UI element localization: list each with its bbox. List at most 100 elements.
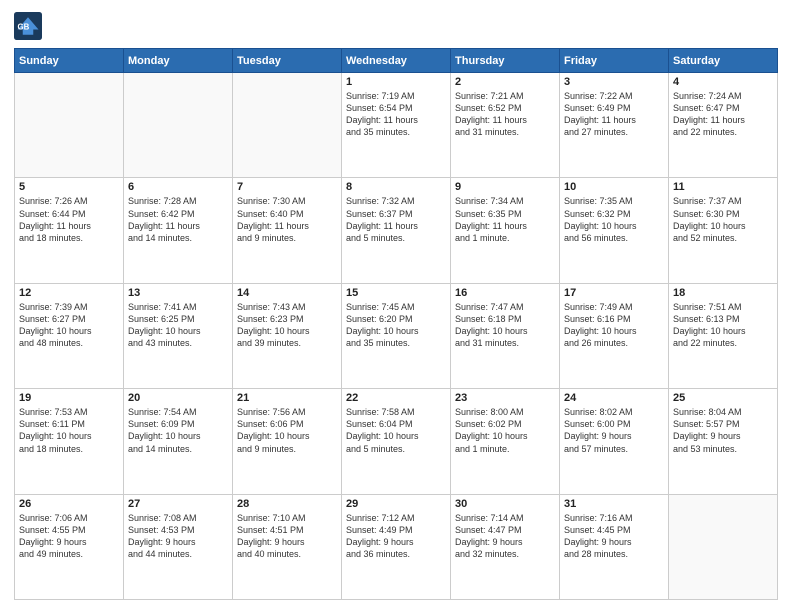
- weekday-header-saturday: Saturday: [669, 49, 778, 73]
- day-number: 23: [455, 392, 555, 404]
- day-info: Sunrise: 7:37 AM Sunset: 6:30 PM Dayligh…: [673, 195, 773, 244]
- day-cell: 19 Sunrise: 7:53 AM Sunset: 6:11 PM Dayli…: [15, 389, 124, 494]
- day-info: Sunrise: 7:24 AM Sunset: 6:47 PM Dayligh…: [673, 90, 773, 139]
- header: GB: [14, 12, 778, 40]
- day-number: 26: [19, 498, 119, 510]
- day-number: 19: [19, 392, 119, 404]
- day-cell: 6Sunrise: 7:28 AM Sunset: 6:42 PM Daylig…: [124, 178, 233, 283]
- logo: GB: [14, 12, 46, 40]
- day-number: 24: [564, 392, 664, 404]
- day-number: 8: [346, 181, 446, 193]
- day-info: Sunrise: 7:56 AM Sunset: 6:06 PM Dayligh…: [237, 406, 337, 455]
- day-info: Sunrise: 7:08 AM Sunset: 4:53 PM Dayligh…: [128, 512, 228, 561]
- day-cell: 12 Sunrise: 7:39 AM Sunset: 6:27 PM Dayli…: [15, 283, 124, 388]
- day-info: Sunrise: 7:26 AM Sunset: 6:44 PM Dayligh…: [19, 195, 119, 244]
- day-info: Sunrise: 7:39 AM Sunset: 6:27 PM Dayligh…: [19, 301, 119, 350]
- day-info: Sunrise: 7:54 AM Sunset: 6:09 PM Dayligh…: [128, 406, 228, 455]
- day-info: Sunrise: 7:19 AM Sunset: 6:54 PM Dayligh…: [346, 90, 446, 139]
- day-cell: 7 Sunrise: 7:30 AM Sunset: 6:40 PM Daylig…: [233, 178, 342, 283]
- day-cell: 27 Sunrise: 7:08 AM Sunset: 4:53 PM Dayli…: [124, 494, 233, 599]
- day-cell: 9Sunrise: 7:34 AM Sunset: 6:35 PM Daylig…: [451, 178, 560, 283]
- day-cell: 25 Sunrise: 8:04 AM Sunset: 5:57 PM Dayli…: [669, 389, 778, 494]
- day-number: 16: [455, 287, 555, 299]
- day-cell: 29 Sunrise: 7:12 AM Sunset: 4:49 PM Dayli…: [342, 494, 451, 599]
- day-info: Sunrise: 7:51 AM Sunset: 6:13 PM Dayligh…: [673, 301, 773, 350]
- weekday-header-monday: Monday: [124, 49, 233, 73]
- day-info: Sunrise: 7:21 AM Sunset: 6:52 PM Dayligh…: [455, 90, 555, 139]
- day-cell: 8 Sunrise: 7:32 AM Sunset: 6:37 PM Daylig…: [342, 178, 451, 283]
- day-cell: 30 Sunrise: 7:14 AM Sunset: 4:47 PM Dayli…: [451, 494, 560, 599]
- day-info: Sunrise: 7:34 AM Sunset: 6:35 PM Dayligh…: [455, 195, 555, 244]
- day-info: Sunrise: 7:10 AM Sunset: 4:51 PM Dayligh…: [237, 512, 337, 561]
- day-number: 29: [346, 498, 446, 510]
- day-number: 7: [237, 181, 337, 193]
- day-info: Sunrise: 8:02 AM Sunset: 6:00 PM Dayligh…: [564, 406, 664, 455]
- day-number: 30: [455, 498, 555, 510]
- calendar-table: SundayMondayTuesdayWednesdayThursdayFrid…: [14, 48, 778, 600]
- day-cell: [233, 73, 342, 178]
- day-number: 27: [128, 498, 228, 510]
- day-info: Sunrise: 7:12 AM Sunset: 4:49 PM Dayligh…: [346, 512, 446, 561]
- day-number: 6: [128, 181, 228, 193]
- day-cell: 31 Sunrise: 7:16 AM Sunset: 4:45 PM Dayli…: [560, 494, 669, 599]
- day-info: Sunrise: 7:45 AM Sunset: 6:20 PM Dayligh…: [346, 301, 446, 350]
- day-cell: 26 Sunrise: 7:06 AM Sunset: 4:55 PM Dayli…: [15, 494, 124, 599]
- weekday-header-sunday: Sunday: [15, 49, 124, 73]
- weekday-header-row: SundayMondayTuesdayWednesdayThursdayFrid…: [15, 49, 778, 73]
- weekday-header-thursday: Thursday: [451, 49, 560, 73]
- day-cell: 21Sunrise: 7:56 AM Sunset: 6:06 PM Dayli…: [233, 389, 342, 494]
- day-number: 5: [19, 181, 119, 193]
- day-cell: 15 Sunrise: 7:45 AM Sunset: 6:20 PM Dayli…: [342, 283, 451, 388]
- day-cell: 24 Sunrise: 8:02 AM Sunset: 6:00 PM Dayli…: [560, 389, 669, 494]
- day-cell: 2 Sunrise: 7:21 AM Sunset: 6:52 PM Daylig…: [451, 73, 560, 178]
- logo-icon: GB: [14, 12, 42, 40]
- week-row-2: 12 Sunrise: 7:39 AM Sunset: 6:27 PM Dayli…: [15, 283, 778, 388]
- day-cell: [669, 494, 778, 599]
- day-info: Sunrise: 7:16 AM Sunset: 4:45 PM Dayligh…: [564, 512, 664, 561]
- day-cell: 5 Sunrise: 7:26 AM Sunset: 6:44 PM Daylig…: [15, 178, 124, 283]
- day-cell: 1 Sunrise: 7:19 AM Sunset: 6:54 PM Daylig…: [342, 73, 451, 178]
- day-info: Sunrise: 7:22 AM Sunset: 6:49 PM Dayligh…: [564, 90, 664, 139]
- day-info: Sunrise: 7:32 AM Sunset: 6:37 PM Dayligh…: [346, 195, 446, 244]
- day-number: 4: [673, 76, 773, 88]
- day-cell: [15, 73, 124, 178]
- day-number: 12: [19, 287, 119, 299]
- svg-text:GB: GB: [18, 23, 30, 32]
- day-info: Sunrise: 7:06 AM Sunset: 4:55 PM Dayligh…: [19, 512, 119, 561]
- day-info: Sunrise: 7:53 AM Sunset: 6:11 PM Dayligh…: [19, 406, 119, 455]
- day-cell: 13 Sunrise: 7:41 AM Sunset: 6:25 PM Dayli…: [124, 283, 233, 388]
- day-info: Sunrise: 7:30 AM Sunset: 6:40 PM Dayligh…: [237, 195, 337, 244]
- day-number: 14: [237, 287, 337, 299]
- week-row-1: 5 Sunrise: 7:26 AM Sunset: 6:44 PM Daylig…: [15, 178, 778, 283]
- day-number: 3: [564, 76, 664, 88]
- day-info: Sunrise: 7:58 AM Sunset: 6:04 PM Dayligh…: [346, 406, 446, 455]
- day-info: Sunrise: 8:04 AM Sunset: 5:57 PM Dayligh…: [673, 406, 773, 455]
- weekday-header-friday: Friday: [560, 49, 669, 73]
- day-cell: 20 Sunrise: 7:54 AM Sunset: 6:09 PM Dayli…: [124, 389, 233, 494]
- day-cell: 17Sunrise: 7:49 AM Sunset: 6:16 PM Dayli…: [560, 283, 669, 388]
- day-cell: 3 Sunrise: 7:22 AM Sunset: 6:49 PM Daylig…: [560, 73, 669, 178]
- day-cell: 22Sunrise: 7:58 AM Sunset: 6:04 PM Dayli…: [342, 389, 451, 494]
- day-number: 11: [673, 181, 773, 193]
- day-number: 2: [455, 76, 555, 88]
- weekday-header-wednesday: Wednesday: [342, 49, 451, 73]
- day-number: 10: [564, 181, 664, 193]
- day-cell: 18 Sunrise: 7:51 AM Sunset: 6:13 PM Dayli…: [669, 283, 778, 388]
- day-number: 1: [346, 76, 446, 88]
- day-cell: 10Sunrise: 7:35 AM Sunset: 6:32 PM Dayli…: [560, 178, 669, 283]
- day-cell: 28 Sunrise: 7:10 AM Sunset: 4:51 PM Dayli…: [233, 494, 342, 599]
- day-number: 28: [237, 498, 337, 510]
- day-info: Sunrise: 7:41 AM Sunset: 6:25 PM Dayligh…: [128, 301, 228, 350]
- day-info: Sunrise: 7:14 AM Sunset: 4:47 PM Dayligh…: [455, 512, 555, 561]
- day-number: 18: [673, 287, 773, 299]
- day-cell: [124, 73, 233, 178]
- weekday-header-tuesday: Tuesday: [233, 49, 342, 73]
- page: GB SundayMondayTuesdayWednesdayThursdayF…: [0, 0, 792, 612]
- day-number: 20: [128, 392, 228, 404]
- day-number: 25: [673, 392, 773, 404]
- day-number: 13: [128, 287, 228, 299]
- day-number: 31: [564, 498, 664, 510]
- day-number: 15: [346, 287, 446, 299]
- week-row-0: 1 Sunrise: 7:19 AM Sunset: 6:54 PM Daylig…: [15, 73, 778, 178]
- week-row-3: 19 Sunrise: 7:53 AM Sunset: 6:11 PM Dayli…: [15, 389, 778, 494]
